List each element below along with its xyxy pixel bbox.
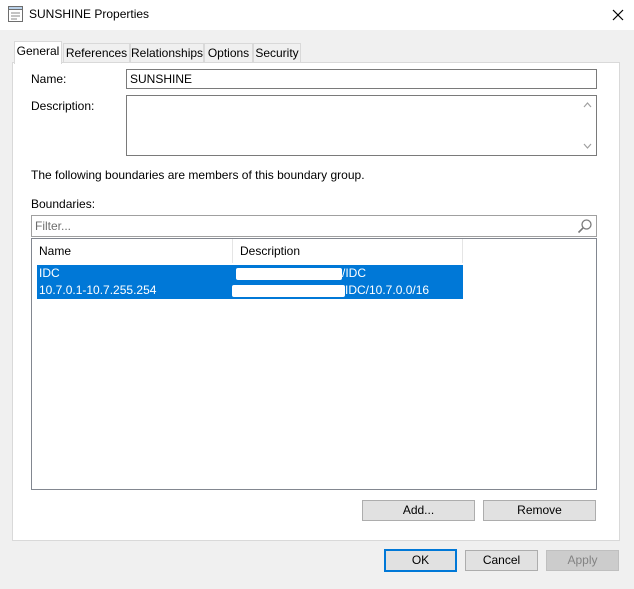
boundaries-list[interactable]: Name Description IDC /IDC 10.7.0.1-10.7.… [31,238,597,490]
properties-window-icon [8,6,23,22]
add-button[interactable]: Add... [362,500,475,521]
row-description: /IDC [342,266,366,280]
search-icon[interactable] [577,218,593,240]
description-scrollbar[interactable] [579,96,596,155]
description-field[interactable] [126,95,597,156]
filter-placeholder: Filter... [35,219,72,233]
close-icon [612,9,624,21]
row-name: IDC [39,266,60,280]
boundaries-label: Boundaries: [31,197,96,211]
tab-general[interactable]: General [14,41,62,64]
scroll-down-icon[interactable] [579,138,595,154]
name-field[interactable]: SUNSHINE [126,69,597,89]
tab-options[interactable]: Options [204,43,253,63]
table-row[interactable]: 10.7.0.1-10.7.255.254 IDC/10.7.0.0/16 [37,282,463,299]
cancel-button[interactable]: Cancel [465,550,538,571]
filter-input[interactable]: Filter... [31,215,597,237]
close-button[interactable] [602,0,634,30]
name-value: SUNSHINE [130,72,193,86]
scroll-up-icon[interactable] [579,97,595,113]
redaction [232,285,345,297]
redaction [236,268,342,280]
tab-references[interactable]: References [63,43,130,63]
remove-button[interactable]: Remove [483,500,596,521]
tab-security[interactable]: Security [253,43,301,63]
row-description: IDC/10.7.0.0/16 [345,283,430,297]
title-bar: SUNSHINE Properties [0,0,634,30]
window-title: SUNSHINE Properties [29,7,150,21]
tab-relationships[interactable]: Relationships [130,43,204,63]
column-header-name[interactable]: Name [32,239,233,263]
apply-button[interactable]: Apply [546,550,619,571]
column-header-description[interactable]: Description [233,239,463,263]
info-text: The following boundaries are members of … [31,168,365,182]
row-name: 10.7.0.1-10.7.255.254 [39,283,157,297]
table-row[interactable]: IDC /IDC [37,265,463,282]
ok-button[interactable]: OK [384,549,457,572]
description-label: Description: [31,99,95,113]
name-label: Name: [31,72,67,86]
